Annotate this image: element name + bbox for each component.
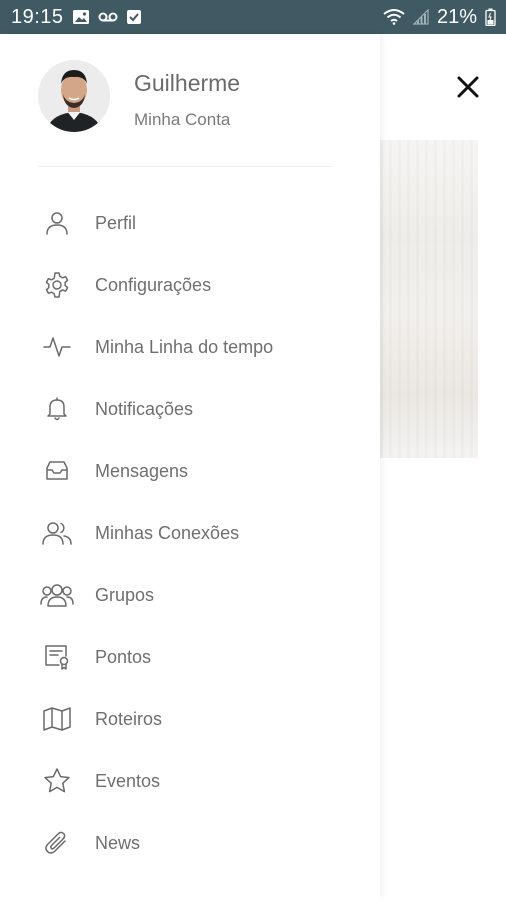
drawer-menu: Perfil Configurações Minha Linha do temp… — [0, 192, 380, 874]
menu-item-label: Roteiros — [95, 708, 163, 729]
inbox-icon — [40, 454, 74, 488]
menu-item-label: Perfil — [95, 212, 137, 233]
image-icon — [72, 9, 90, 25]
menu-item-perfil[interactable]: Perfil — [0, 192, 380, 254]
menu-item-label: Pontos — [95, 646, 152, 667]
profile-name: Guilherme — [134, 70, 241, 96]
menu-item-configuracoes[interactable]: Configurações — [0, 254, 380, 316]
battery-icon — [485, 8, 496, 26]
menu-item-mensagens[interactable]: Mensagens — [0, 440, 380, 502]
status-time: 19:15 — [11, 5, 64, 28]
menu-item-label: Notificações — [95, 398, 194, 419]
certificate-icon — [40, 640, 74, 674]
star-icon — [40, 764, 74, 798]
checkbox-icon — [126, 9, 142, 25]
users-icon — [40, 516, 74, 550]
menu-item-roteiros[interactable]: Roteiros — [0, 688, 380, 750]
close-icon — [457, 76, 479, 98]
navigation-drawer: Guilherme Minha Conta Perfil Configuraçõ… — [0, 34, 380, 900]
map-icon — [40, 702, 74, 736]
status-bar: 19:15 21% — [0, 0, 506, 34]
menu-item-eventos[interactable]: Eventos — [0, 750, 380, 812]
battery-level: 21% — [436, 5, 477, 28]
avatar[interactable] — [38, 60, 110, 132]
user-icon — [40, 206, 74, 240]
menu-item-label: Minha Linha do tempo — [95, 336, 274, 357]
group-icon — [40, 578, 74, 612]
menu-item-label: Configurações — [95, 274, 212, 295]
bell-icon — [40, 392, 74, 426]
menu-item-label: Mensagens — [95, 460, 189, 481]
menu-item-linha-do-tempo[interactable]: Minha Linha do tempo — [0, 316, 380, 378]
background-image — [380, 140, 478, 458]
menu-item-label: Grupos — [95, 584, 155, 605]
paperclip-icon — [40, 826, 74, 860]
my-account-link[interactable]: Minha Conta — [134, 110, 230, 130]
close-button[interactable] — [448, 70, 488, 104]
gear-icon — [40, 268, 74, 302]
menu-item-news[interactable]: News — [0, 812, 380, 874]
menu-item-label: Eventos — [95, 770, 161, 791]
activity-icon — [40, 330, 74, 364]
status-bar-left: 19:15 — [11, 6, 142, 29]
status-bar-right: 21% — [383, 6, 496, 29]
menu-item-label: Minhas Conexões — [95, 522, 240, 543]
menu-item-pontos[interactable]: Pontos — [0, 626, 380, 688]
voicemail-icon — [98, 11, 118, 23]
menu-item-notificacoes[interactable]: Notificações — [0, 378, 380, 440]
signal-icon — [412, 9, 429, 25]
profile-header[interactable]: Guilherme Minha Conta — [38, 60, 338, 140]
menu-item-label: News — [95, 832, 141, 853]
menu-item-grupos[interactable]: Grupos — [0, 564, 380, 626]
wifi-icon — [383, 9, 405, 25]
divider — [38, 166, 334, 167]
menu-item-minhas-conexoes[interactable]: Minhas Conexões — [0, 502, 380, 564]
